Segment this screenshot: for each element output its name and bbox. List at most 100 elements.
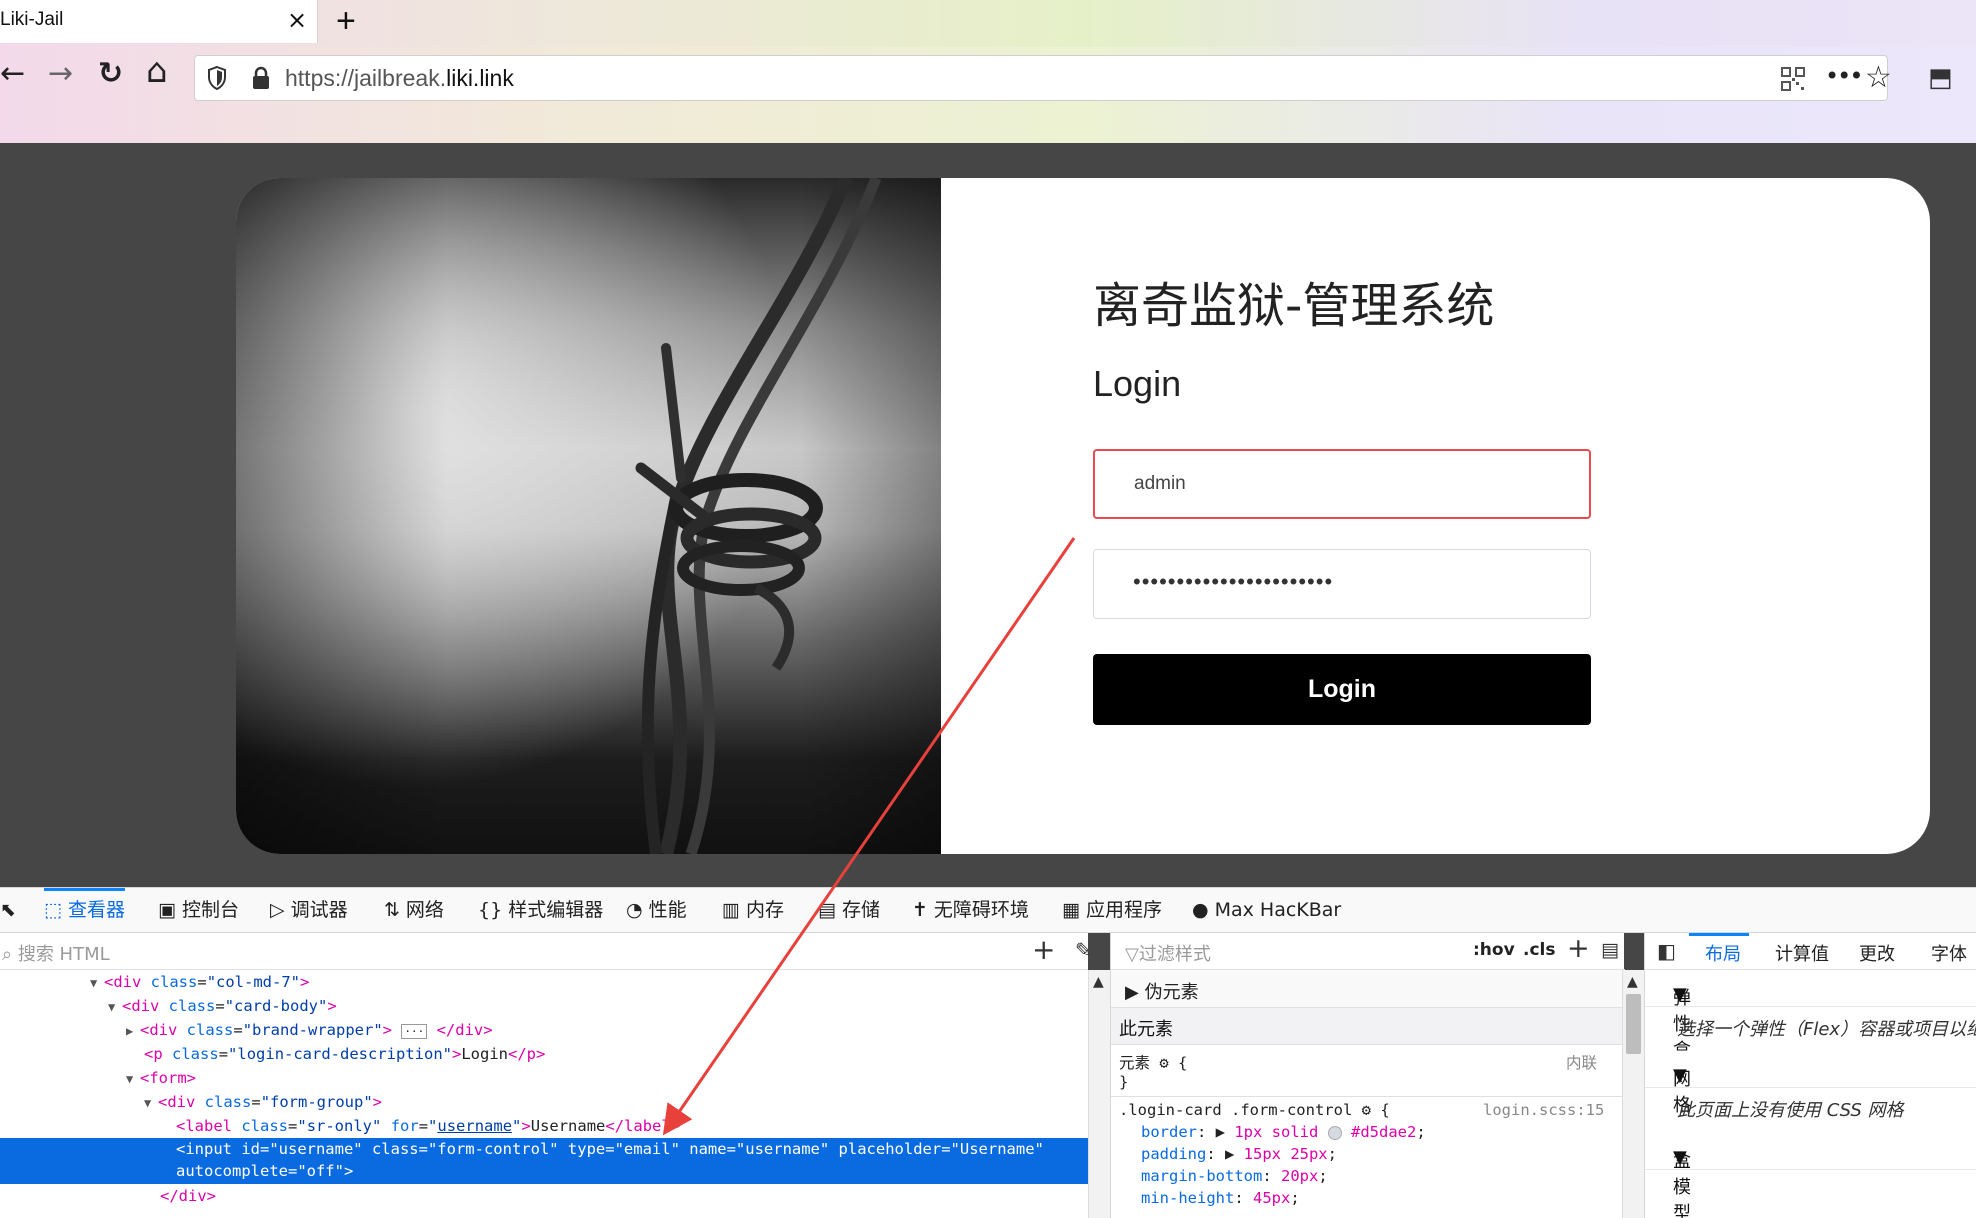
tab-storage[interactable]: ▤ 存储	[818, 888, 880, 932]
element-picker-icon[interactable]: ⬉	[0, 888, 16, 932]
devtools-toolbar: ⬉ ⬚ 查看器 ▣ 控制台 ▷ 调试器 ⇅ 网络 {} 样式编辑器 ◔ 性能 ▥ 内存 ▤ 存储…	[0, 887, 1976, 933]
markup-node[interactable]: ▼ <div class="form-group">	[144, 1090, 382, 1114]
lock-icon[interactable]	[251, 66, 271, 94]
tab-inspector[interactable]: ⬚ 查看器	[44, 888, 125, 932]
extension-icon[interactable]: ⬒	[1928, 63, 1953, 93]
print-media-icon[interactable]: ▤	[1601, 939, 1619, 961]
prop-name: margin-bottom	[1141, 1167, 1263, 1185]
markup-node-selected[interactable]: <input id="username" class="form-control…	[0, 1138, 1088, 1184]
password-input[interactable]: •••••••••••••••••••••••	[1093, 549, 1591, 619]
tab-max-hackbar[interactable]: ● Max HacKBar	[1192, 888, 1341, 932]
tab-accessibility[interactable]: ✝ 无障碍环境	[912, 888, 1029, 932]
html-search-input[interactable]: ⌕ 搜索 HTML	[2, 940, 110, 966]
filter-styles-input[interactable]: ▽过滤样式	[1125, 940, 1211, 966]
this-element-header: 此元素	[1111, 1008, 1625, 1045]
tracking-shield-icon[interactable]	[207, 65, 227, 95]
url-bar[interactable]: https://jailbreak.liki.link ••• ☆	[194, 55, 1892, 101]
box-model-section-header[interactable]: ▼ 盒模型	[1645, 1133, 1976, 1218]
username-input[interactable]: admin	[1093, 449, 1591, 519]
element-rule-close: }	[1119, 1073, 1129, 1091]
back-arrow-icon[interactable]: ←	[0, 56, 25, 91]
application-icon: ▦	[1062, 899, 1080, 921]
markup-node[interactable]: ▶ <div class="brand-wrapper"> ··· </div>	[126, 1018, 493, 1042]
login-card-description: Login	[1093, 363, 1182, 404]
tab-memory[interactable]: ▥ 内存	[722, 888, 784, 932]
hov-toggle[interactable]: :hov	[1473, 940, 1515, 960]
prop-value: 20px	[1281, 1167, 1319, 1185]
markup-node[interactable]: </div>	[160, 1184, 216, 1208]
tab-label: 样式编辑器	[508, 899, 604, 921]
rules-scrollbar[interactable]: ▲	[1622, 970, 1644, 1218]
prop-name: padding	[1141, 1145, 1207, 1163]
add-node-button[interactable]: +	[1032, 933, 1055, 966]
gear-icon[interactable]: ⚙	[1159, 1054, 1168, 1072]
tab-debugger[interactable]: ▷ 调试器	[270, 888, 348, 932]
rule-selector[interactable]: .login-card .form-control ⚙ {	[1119, 1101, 1390, 1119]
markup-node[interactable]: <p class="login-card-description">Login<…	[144, 1042, 545, 1066]
tab-close-icon[interactable]: ×	[287, 6, 307, 34]
box-model-section-label: 盒模型	[1673, 1151, 1691, 1218]
eyedropper-icon[interactable]: ✎	[1075, 938, 1092, 962]
barbed-wire-photo	[236, 178, 941, 854]
home-icon[interactable]: ⌂	[146, 51, 168, 91]
tab-changes[interactable]: 更改	[1859, 940, 1895, 966]
url-text[interactable]: https://jailbreak.liki.link	[285, 65, 514, 92]
markup-node[interactable]: ▼ <form>	[126, 1066, 196, 1090]
filter-placeholder: 过滤样式	[1138, 944, 1211, 965]
page-actions-more-icon[interactable]: •••	[1825, 62, 1863, 90]
tab-layout[interactable]: 布局	[1705, 940, 1741, 966]
markup-node[interactable]: ▼ <div class="card-body">	[108, 994, 337, 1018]
rule-prop-min-height[interactable]: min-height: 45px;	[1141, 1189, 1300, 1207]
bookmark-star-icon[interactable]: ☆	[1865, 60, 1892, 95]
scroll-up-icon[interactable]: ▲	[1627, 974, 1638, 990]
tab-computed[interactable]: 计算值	[1775, 940, 1829, 966]
markup-scrollbar[interactable]: ▲	[1088, 970, 1110, 1218]
tab-performance[interactable]: ◔ 性能	[626, 888, 687, 932]
prop-value: 15px 25px	[1243, 1145, 1328, 1163]
grid-section-header[interactable]: ▼ 网格	[1645, 1051, 1976, 1116]
markup-view[interactable]: ▼ <div class="col-md-7"> ▼ <div class="car…	[0, 970, 1088, 1218]
tab-label: 无障碍环境	[933, 899, 1029, 921]
flexbox-section-header[interactable]: ▼ 弹性盒	[1645, 970, 1976, 1061]
toggle-sidebar-icon[interactable]: ◧	[1657, 939, 1676, 963]
rule-prop-border[interactable]: border: ▶ 1px solid #d5dae2;	[1141, 1123, 1426, 1141]
sidebar-tabs: ◧ 布局 计算值 更改 字体	[1645, 933, 1976, 970]
gear-icon[interactable]: ⚙	[1362, 1101, 1371, 1119]
forward-arrow-icon[interactable]: →	[48, 56, 73, 91]
layout-sidebar: ◧ 布局 计算值 更改 字体 ▼ 弹性盒 选择一个弹性（Flex）容器或项目以继…	[1644, 933, 1976, 1218]
browser-tab[interactable]: Liki-Jail ×	[0, 0, 318, 43]
element-rule-label: 元素	[1119, 1054, 1151, 1072]
tab-application[interactable]: ▦ 应用程序	[1062, 888, 1162, 932]
markup-node[interactable]: <label class="sr-only" for="username">Us…	[176, 1114, 680, 1138]
tab-label: 网络	[405, 899, 444, 921]
html-search-bar[interactable]: ⌕ 搜索 HTML + ✎	[0, 933, 1092, 970]
markup-node[interactable]: ▼ <div class="col-md-7">	[90, 970, 309, 994]
login-button[interactable]: Login	[1093, 654, 1591, 725]
prop-value: 1px solid	[1234, 1123, 1319, 1141]
rule-prop-margin-bottom[interactable]: margin-bottom: 20px;	[1141, 1167, 1328, 1185]
cls-toggle[interactable]: .cls	[1523, 940, 1555, 960]
inspector-icon: ⬚	[44, 899, 62, 921]
scrollbar-thumb[interactable]	[1626, 994, 1641, 1054]
scroll-up-icon[interactable]: ▲	[1093, 974, 1104, 990]
element-rule[interactable]: 元素 ⚙ {	[1119, 1051, 1187, 1073]
rule-divider	[1111, 1096, 1625, 1097]
tab-network[interactable]: ⇅ 网络	[384, 888, 444, 932]
storage-icon: ▤	[818, 899, 836, 921]
tab-fonts[interactable]: 字体	[1931, 940, 1967, 966]
new-tab-button[interactable]: +	[336, 2, 356, 41]
tab-label: 内存	[745, 899, 784, 921]
filter-styles-bar[interactable]: ▽过滤样式 :hov .cls + ▤	[1111, 933, 1625, 970]
qr-code-icon[interactable]	[1781, 67, 1805, 95]
add-rule-button[interactable]: +	[1567, 933, 1590, 964]
tab-console[interactable]: ▣ 控制台	[158, 888, 239, 932]
tab-style-editor[interactable]: {} 样式编辑器	[478, 888, 603, 932]
brand-title: 离奇监狱-管理系统	[1093, 278, 1495, 334]
color-swatch[interactable]	[1327, 1125, 1342, 1140]
memory-icon: ▥	[722, 899, 740, 921]
debugger-icon: ▷	[270, 899, 285, 921]
rule-prop-padding[interactable]: padding: ▶ 15px 25px;	[1141, 1145, 1337, 1163]
reload-icon[interactable]: ↻	[98, 56, 123, 91]
pseudo-elements-section[interactable]: ▶ 伪元素	[1111, 970, 1625, 1008]
rule-source-link[interactable]: login.scss:15	[1483, 1101, 1604, 1119]
